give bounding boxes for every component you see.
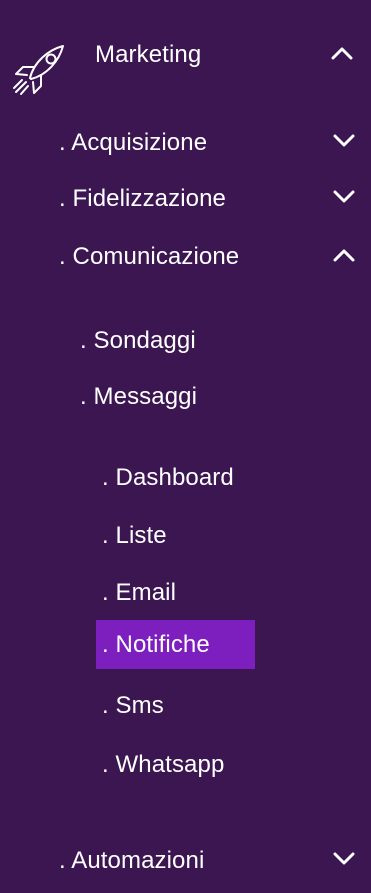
submenu-item-label: . Liste xyxy=(102,522,167,549)
menu-item-automazioni[interactable]: . Automazioni xyxy=(0,838,371,882)
submenu-item-label: . Messaggi xyxy=(80,383,198,410)
menu-item-label: . Fidelizzazione xyxy=(59,185,227,212)
submenu-item-label: . Dashboard xyxy=(102,464,234,491)
submenu-item-label: . Whatsapp xyxy=(102,751,225,778)
chevron-down-icon[interactable] xyxy=(333,852,355,866)
submenu-item-messaggi[interactable]: . Messaggi xyxy=(0,374,371,418)
chevron-down-icon[interactable] xyxy=(333,134,355,148)
rocket-icon xyxy=(8,40,68,100)
menu-section-label: Marketing xyxy=(95,41,202,68)
submenu-item-label: . Sondaggi xyxy=(80,327,196,354)
submenu-item-dashboard[interactable]: . Dashboard xyxy=(0,455,371,499)
menu-item-label: . Comunicazione xyxy=(59,243,240,270)
submenu-item-whatsapp[interactable]: . Whatsapp xyxy=(0,742,371,786)
menu-item-fidelizzazione[interactable]: . Fidelizzazione xyxy=(0,176,371,220)
menu-item-label: . Acquisizione xyxy=(59,129,208,156)
menu-item-label: . Automazioni xyxy=(59,847,205,874)
sidebar-menu: Marketing . Acquisizione . Fidelizzazion… xyxy=(0,0,371,893)
chevron-up-icon[interactable] xyxy=(331,46,353,60)
submenu-item-email[interactable]: . Email xyxy=(0,570,371,614)
submenu-item-label: . Sms xyxy=(102,692,164,719)
chevron-down-icon[interactable] xyxy=(333,190,355,204)
submenu-item-liste[interactable]: . Liste xyxy=(0,513,371,557)
submenu-item-sondaggi[interactable]: . Sondaggi xyxy=(0,318,371,362)
menu-item-comunicazione[interactable]: . Comunicazione xyxy=(0,234,371,278)
submenu-item-sms[interactable]: . Sms xyxy=(0,683,371,727)
submenu-item-notifiche-active[interactable]: . Notifiche xyxy=(96,620,255,669)
submenu-item-label: . Notifiche xyxy=(102,631,210,658)
menu-item-acquisizione[interactable]: . Acquisizione xyxy=(0,120,371,164)
chevron-up-icon[interactable] xyxy=(333,248,355,262)
submenu-item-label: . Email xyxy=(102,579,177,606)
menu-section-marketing[interactable]: Marketing xyxy=(0,18,371,95)
